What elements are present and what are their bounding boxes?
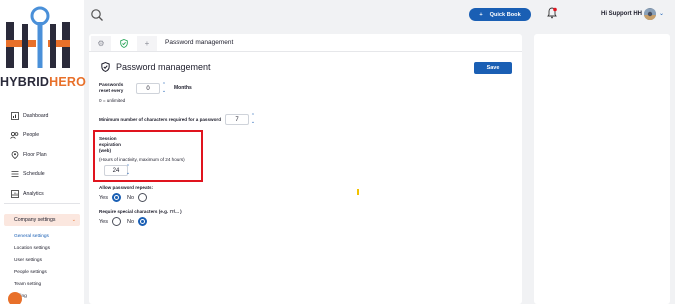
password-reset-label: Passwords reset every: [99, 82, 123, 94]
account-chevron-icon[interactable]: ⌄: [659, 10, 664, 17]
password-reset-input[interactable]: 0: [136, 83, 160, 94]
sidebar: HYBRIDHERO Dashboard People Floor Plan S…: [0, 0, 87, 304]
quick-book-button[interactable]: + Quick Book: [469, 8, 531, 21]
plus-icon: +: [479, 11, 483, 18]
company-settings-label: Company settings: [14, 217, 56, 223]
min-chars-label: Minimum number of characters required fo…: [99, 117, 222, 122]
avatar[interactable]: [644, 8, 656, 20]
user-greeting[interactable]: Hi Support HH: [601, 11, 642, 17]
password-reset-unit: Months: [174, 85, 192, 91]
special-chars-label: Require special characters (e.g. !?/... …: [99, 209, 182, 214]
tab-settings[interactable]: ⚙: [91, 36, 111, 51]
tab-password-management[interactable]: [114, 36, 134, 51]
tab-add[interactable]: +: [137, 36, 157, 51]
password-reset-label-line2: reset every: [99, 88, 124, 93]
special-chars-no-radio[interactable]: [138, 217, 148, 226]
subnav-user-settings[interactable]: User settings: [14, 255, 50, 267]
search-icon[interactable]: [90, 8, 104, 22]
quick-book-label: Quick Book: [489, 11, 521, 18]
nav-floor-plan-label: Floor Plan: [23, 151, 47, 158]
help-chat-button[interactable]: [8, 292, 22, 304]
subnav-team-setting[interactable]: Team setting: [14, 279, 50, 291]
settings-subnav: General settings Location settings User …: [14, 231, 50, 303]
shield-check-icon: [120, 39, 128, 48]
allow-repeats-no-radio[interactable]: [138, 193, 148, 202]
subnav-location-settings[interactable]: Location settings: [14, 243, 50, 255]
nav-schedule-label: Schedule: [23, 171, 45, 178]
nav-divider: [4, 203, 80, 204]
subnav-general-settings[interactable]: General settings: [14, 231, 50, 243]
subnav-people-settings[interactable]: People settings: [14, 267, 50, 279]
plus-icon: +: [144, 39, 150, 48]
allow-repeats-yes-radio[interactable]: [111, 193, 121, 202]
text-cursor: [357, 189, 359, 195]
save-button[interactable]: Save: [474, 62, 512, 74]
logo-wordmark: HYBRIDHERO: [0, 75, 87, 89]
people-icon: [10, 131, 19, 140]
analytics-icon: [10, 189, 19, 198]
password-reset-hint: 0 = unlimited: [99, 98, 126, 103]
nav-analytics[interactable]: Analytics: [0, 184, 84, 204]
section-title: Password management: [101, 62, 211, 72]
bell-icon[interactable]: [547, 7, 557, 19]
shield-check-icon: [101, 62, 110, 72]
main-nav: Dashboard People Floor Plan Schedule Ana…: [0, 106, 84, 204]
nav-people-label: People: [23, 132, 40, 139]
special-chars-yes-radio[interactable]: [111, 217, 121, 226]
min-chars-input[interactable]: 7: [225, 114, 249, 125]
special-chars-options: Yes No: [99, 217, 153, 226]
nav-analytics-label: Analytics: [23, 190, 44, 197]
company-settings-menu[interactable]: Company settings ⌄: [4, 214, 80, 226]
nav-floor-plan[interactable]: Floor Plan: [0, 145, 84, 165]
chevron-down-icon[interactable]: ⌄: [250, 119, 256, 125]
special-chars-no-label: No: [126, 218, 135, 225]
tab-title: Password management: [165, 39, 234, 46]
right-panel: [534, 34, 670, 304]
gear-icon: ⚙: [97, 39, 105, 48]
allow-repeats-yes-label: Yes: [99, 194, 108, 201]
nav-dashboard-label: Dashboard: [23, 112, 49, 119]
schedule-icon: [10, 170, 19, 179]
tab-bar: ⚙ + Password management: [89, 34, 522, 52]
dashboard-icon: [10, 111, 19, 120]
allow-repeats-no-label: No: [126, 194, 135, 201]
section-title-text: Password management: [116, 62, 211, 72]
session-expiration-highlight: [93, 130, 203, 182]
special-chars-yes-label: Yes: [99, 218, 108, 225]
floor-plan-icon: [10, 150, 19, 159]
nav-schedule[interactable]: Schedule: [0, 165, 84, 185]
chevron-down-icon: ⌄: [71, 217, 76, 223]
nav-dashboard[interactable]: Dashboard: [0, 106, 84, 126]
chevron-down-icon[interactable]: ⌄: [161, 88, 167, 94]
min-chars-stepper[interactable]: ⌃ ⌄: [250, 113, 256, 127]
allow-repeats-label: Allow password repeats:: [99, 185, 154, 190]
nav-people[interactable]: People: [0, 126, 84, 146]
allow-repeats-options: Yes No: [99, 193, 153, 202]
password-reset-stepper[interactable]: ⌃ ⌄: [161, 82, 167, 96]
